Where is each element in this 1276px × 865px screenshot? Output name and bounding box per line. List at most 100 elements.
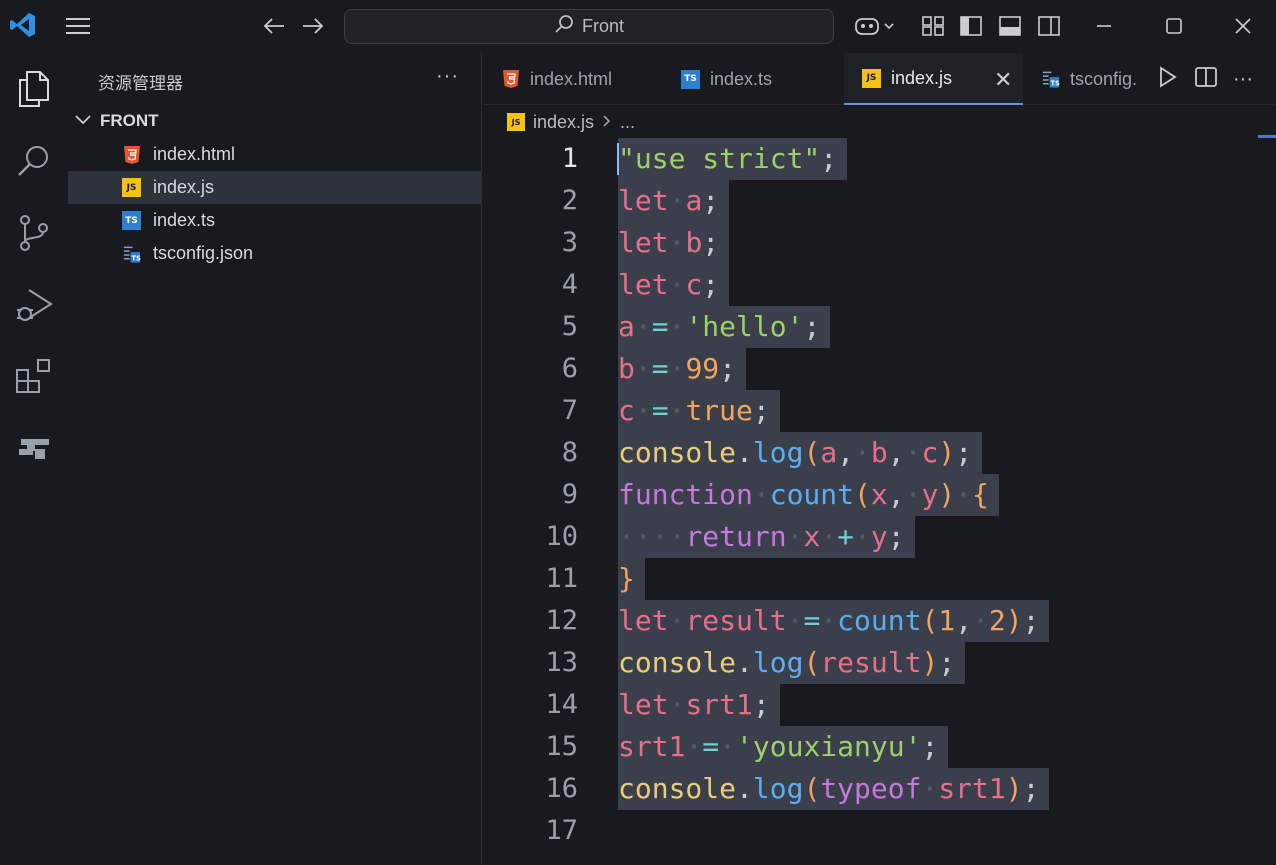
code-line[interactable]: 9 function·count(x,·y)·{: [483, 474, 1276, 516]
code-token: a: [618, 310, 635, 343]
sidebar-more-actions[interactable]: ···: [436, 65, 459, 88]
code-line[interactable]: 16 console.log(typeof·srt1);: [483, 768, 1276, 810]
code-line[interactable]: 11}: [483, 558, 1276, 600]
search-icon: [554, 14, 574, 39]
toggle-secondary-sidebar-icon[interactable]: [1033, 10, 1065, 42]
tab-close-icon[interactable]: ✕: [994, 67, 1012, 93]
code-token: ,: [887, 478, 905, 511]
folder-front[interactable]: FRONT: [74, 109, 159, 133]
menu-icon[interactable]: [62, 10, 94, 42]
line-number: 16: [545, 773, 578, 804]
code-line[interactable]: 3 let·b;: [483, 222, 1276, 264]
sidebar-title: 资源管理器: [98, 74, 183, 93]
source-control-icon[interactable]: [10, 209, 58, 257]
code-token: ;: [752, 394, 770, 427]
code-token: 1: [938, 604, 956, 637]
explorer-icon[interactable]: [10, 65, 58, 113]
run-debug-icon[interactable]: [10, 281, 58, 329]
tab-label: index.ts: [710, 68, 773, 89]
code-line[interactable]: 2 let·a;: [483, 180, 1276, 222]
code-line[interactable]: 10 ····return·x·+·y;: [483, 516, 1276, 558]
toggle-primary-sidebar-icon[interactable]: [955, 10, 987, 42]
code-line[interactable]: 5 a·=·'hello';: [483, 306, 1276, 348]
code-token: a: [820, 436, 838, 469]
file-item-tsconfig-json[interactable]: TS tsconfig.json: [68, 237, 481, 270]
maximize-icon[interactable]: [1158, 10, 1190, 42]
code-line[interactable]: 6 b·=·99;: [483, 348, 1276, 390]
code-token: +: [837, 520, 855, 553]
file-item-index-html[interactable]: index.html: [68, 138, 481, 171]
code-token: (: [803, 772, 821, 805]
code-line-text: b·=·99;: [618, 348, 747, 390]
code-token: y: [921, 478, 939, 511]
breadcrumb-rest[interactable]: ...: [620, 112, 635, 133]
copilot-icon[interactable]: [850, 10, 900, 42]
code-token: (: [803, 646, 821, 679]
code-token: ;: [921, 730, 939, 763]
tab-index-js[interactable]: JS index.js ✕: [844, 53, 1023, 105]
extensions-icon[interactable]: [10, 353, 58, 401]
breadcrumb-file[interactable]: index.js: [533, 112, 594, 133]
code-token: ): [921, 646, 939, 679]
chevron-down-icon: [74, 111, 92, 131]
code-token: function: [618, 478, 753, 511]
code-line[interactable]: 17: [483, 810, 1276, 852]
toggle-panel-icon[interactable]: [994, 10, 1026, 42]
run-icon[interactable]: [1155, 65, 1179, 94]
line-number: 3: [561, 227, 578, 258]
code-line-text: console.log(a,·b,·c);: [618, 432, 983, 474]
command-center-search[interactable]: Front: [344, 9, 834, 44]
remote-icon[interactable]: [10, 425, 58, 473]
code-token: ·: [786, 604, 804, 637]
line-number: 4: [561, 269, 578, 300]
code-token: (: [921, 604, 939, 637]
code-token: ): [1005, 772, 1023, 805]
code-token: let: [618, 226, 669, 259]
split-editor-icon[interactable]: [1195, 66, 1217, 93]
code-token: true: [685, 394, 753, 427]
line-number: 14: [545, 689, 578, 720]
tsconfig-icon: TS: [122, 244, 141, 263]
tab-label: tsconfig.: [1070, 68, 1138, 89]
file-item-index-js[interactable]: JS index.js: [68, 171, 481, 204]
tab-bar: index.html TS index.ts JS index.js ✕ TS …: [483, 53, 1276, 105]
code-token: b: [618, 352, 635, 385]
code-line[interactable]: 8 console.log(a,·b,·c);: [483, 432, 1276, 474]
code-line[interactable]: 13 console.log(result);: [483, 642, 1276, 684]
command-center-label: Front: [581, 16, 624, 36]
code-line-text: a·=·'hello';: [618, 306, 831, 348]
forward-arrow-icon[interactable]: [297, 10, 329, 42]
tab-index-html[interactable]: index.html: [483, 53, 663, 105]
code-line[interactable]: 4 let·c;: [483, 264, 1276, 306]
file-item-index-ts[interactable]: TS index.ts: [68, 204, 481, 237]
layout-customize-icon[interactable]: [917, 10, 949, 42]
code-line[interactable]: 1 "use strict";: [483, 138, 1276, 180]
back-arrow-icon[interactable]: [258, 10, 290, 42]
code-token: c: [685, 268, 703, 301]
code-token: result: [820, 646, 922, 679]
code-token: log: [752, 436, 804, 469]
code-editor[interactable]: 1 "use strict"; 2 let·a; 3 let·b; 4 let·c; 5 a·=·…: [483, 138, 1276, 865]
file-label: index.js: [153, 177, 215, 197]
code-token: ·: [668, 310, 686, 343]
minimize-icon[interactable]: [1088, 10, 1120, 42]
code-token: 2: [988, 604, 1006, 637]
close-icon[interactable]: [1227, 10, 1259, 42]
search-icon[interactable]: [10, 137, 58, 185]
code-token: 'youxianyu': [736, 730, 922, 763]
code-line[interactable]: 12 let·result·=·count(1,·2);: [483, 600, 1276, 642]
code-token: =: [651, 394, 669, 427]
code-line[interactable]: 14 let·srt1;: [483, 684, 1276, 726]
more-actions-icon[interactable]: ···: [1233, 68, 1253, 91]
line-number: 13: [545, 647, 578, 678]
tab-tsconfig[interactable]: TS tsconfig.: [1023, 53, 1145, 105]
code-token: ·: [668, 394, 686, 427]
code-line[interactable]: 15 srt1·=·'youxianyu';: [483, 726, 1276, 768]
code-token: ·: [972, 604, 989, 637]
activity-bar: [0, 53, 68, 865]
tab-index-ts[interactable]: TS index.ts: [663, 53, 843, 105]
code-token: srt1: [618, 730, 686, 763]
line-number: 11: [545, 563, 578, 594]
code-line[interactable]: 7 c·=·true;: [483, 390, 1276, 432]
code-token: (: [854, 478, 871, 511]
